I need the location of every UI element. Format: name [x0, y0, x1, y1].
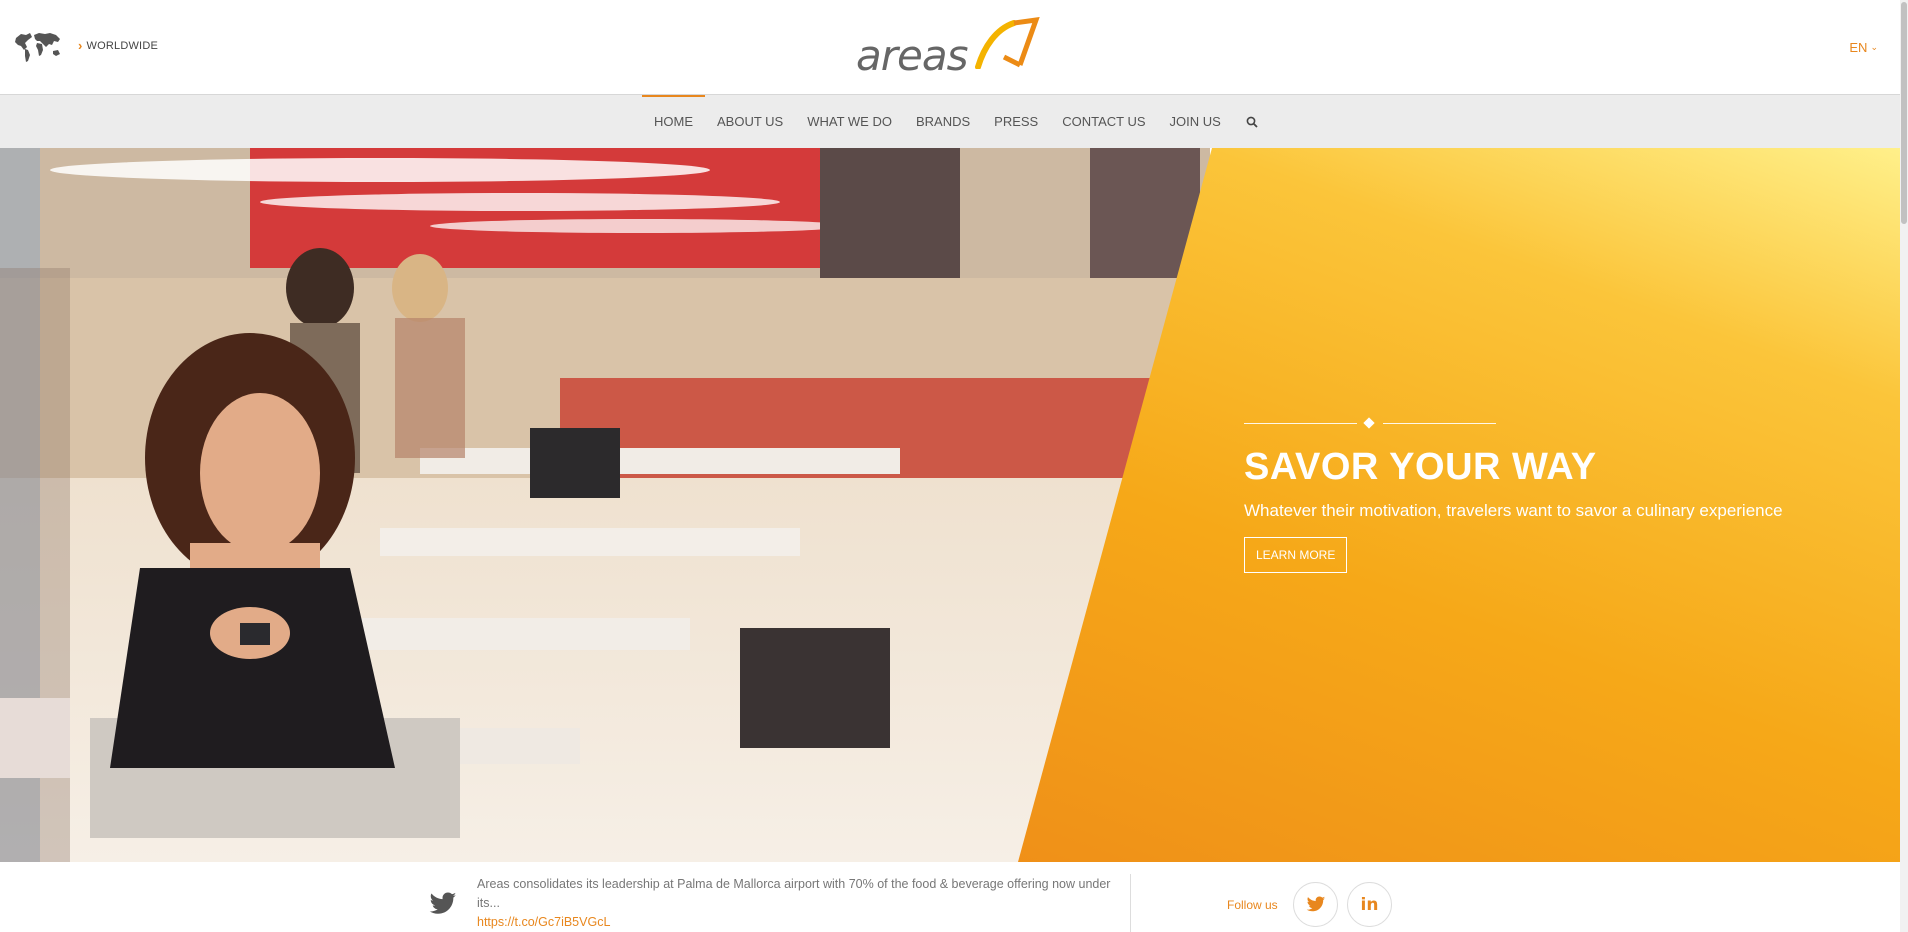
page-scrollbar[interactable] — [1900, 0, 1908, 932]
worldwide-label: WORLDWIDE — [86, 39, 158, 52]
hero-content: SAVOR YOUR WAY Whatever their motivation… — [1244, 417, 1783, 573]
chevron-down-icon: ⌄ — [1870, 42, 1878, 52]
language-label: EN — [1849, 40, 1868, 55]
top-header: › WORLDWIDE areas EN ⌄ — [0, 0, 1908, 95]
nav-item-what-we-do[interactable]: WHAT WE DO — [795, 95, 904, 148]
divider-line-right — [1383, 423, 1496, 424]
nav-item-press[interactable]: PRESS — [982, 95, 1050, 148]
logo-wordmark: areas — [856, 31, 968, 80]
divider-line-left — [1244, 423, 1357, 424]
hero-title: SAVOR YOUR WAY — [1244, 446, 1597, 488]
news-strip: Areas consolidates its leadership at Pal… — [0, 862, 1900, 932]
logo-mark-icon — [975, 17, 1040, 69]
nav-item-about-us[interactable]: ABOUT US — [705, 95, 795, 148]
scrollbar-thumb[interactable] — [1901, 2, 1907, 224]
linkedin-icon: in — [1360, 894, 1379, 915]
worldwide-selector[interactable]: › WORLDWIDE — [78, 38, 158, 53]
divider — [1130, 874, 1131, 932]
nav-item-brands[interactable]: BRANDS — [904, 95, 982, 148]
chevron-right-icon: › — [78, 38, 83, 53]
linkedin-button[interactable]: in — [1347, 882, 1392, 927]
hero-divider — [1244, 417, 1496, 430]
tweet-text: Areas consolidates its leadership at Pal… — [477, 877, 1111, 910]
diamond-icon — [1363, 417, 1375, 429]
search-icon — [1246, 116, 1258, 128]
world-map-icon[interactable] — [12, 28, 64, 64]
follow-us-label: Follow us — [1227, 898, 1278, 912]
twitter-bird-icon — [429, 892, 457, 914]
areas-logo[interactable]: areas — [856, 17, 1040, 80]
main-navigation: HOME ABOUT US WHAT WE DO BRANDS PRESS CO… — [0, 95, 1908, 148]
nav-item-join-us[interactable]: JOIN US — [1158, 95, 1233, 148]
language-selector[interactable]: EN ⌄ — [1849, 40, 1878, 55]
hero-photo — [0, 148, 1210, 862]
nav-menu: HOME ABOUT US WHAT WE DO BRANDS PRESS CO… — [642, 95, 1271, 148]
twitter-button[interactable] — [1293, 882, 1338, 927]
nav-item-home[interactable]: HOME — [642, 95, 705, 148]
hero-banner: SAVOR YOUR WAY Whatever their motivation… — [0, 148, 1900, 862]
tweet: Areas consolidates its leadership at Pal… — [477, 875, 1117, 932]
learn-more-button[interactable]: LEARN MORE — [1244, 537, 1348, 573]
nav-item-contact-us[interactable]: CONTACT US — [1050, 95, 1157, 148]
hero-subtitle: Whatever their motivation, travelers wan… — [1244, 501, 1783, 520]
tweet-link[interactable]: https://t.co/Gc7iB5VGcL — [477, 913, 1117, 932]
search-button[interactable] — [1233, 95, 1271, 148]
twitter-icon — [1306, 896, 1325, 912]
